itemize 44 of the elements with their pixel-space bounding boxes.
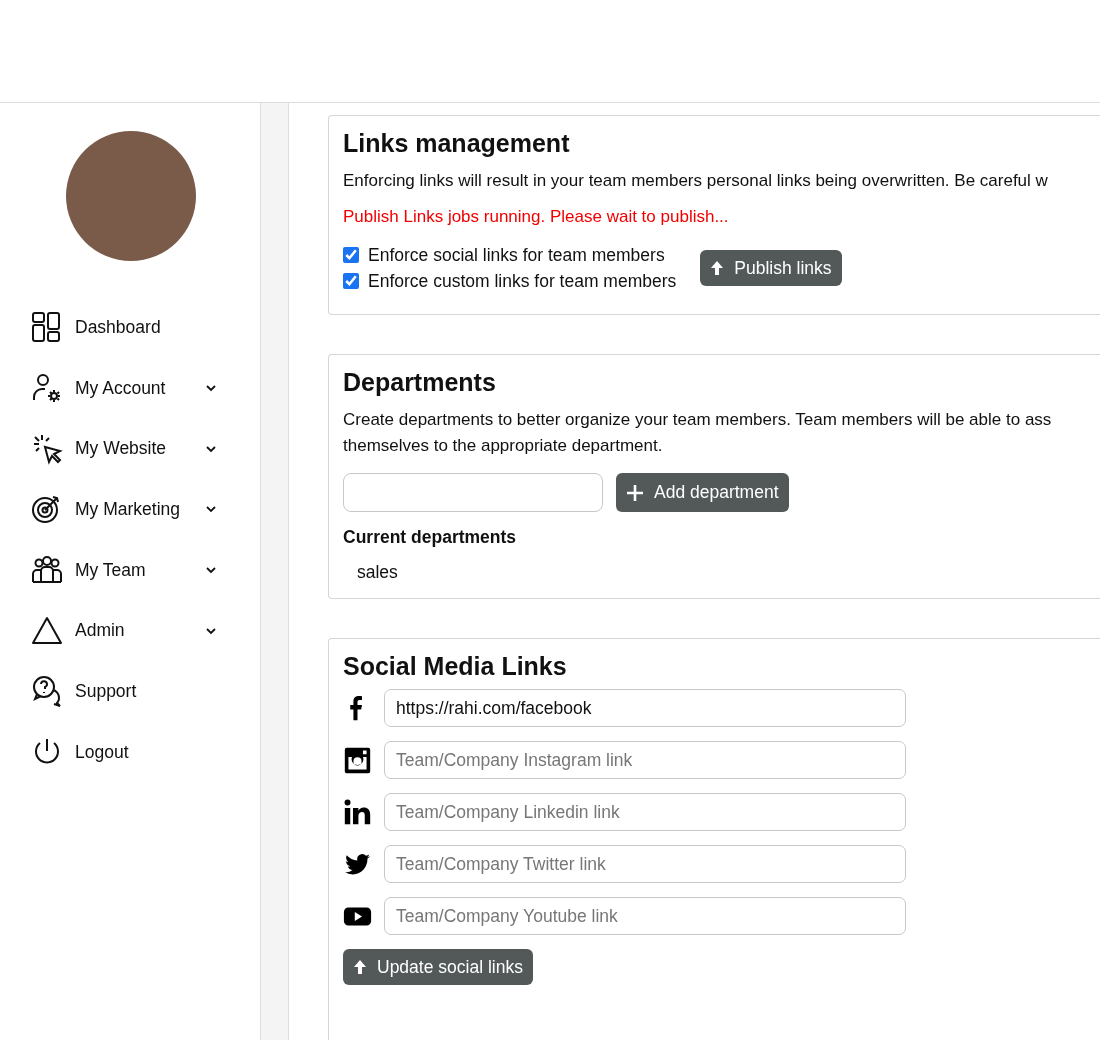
add-department-button[interactable]: Add department xyxy=(616,473,789,512)
url-input-field[interactable]: Team/Company Instagram link xyxy=(384,741,906,779)
dashboard-icon xyxy=(31,311,63,344)
chevron-down-icon[interactable] xyxy=(205,626,217,635)
list-heading: Current departments xyxy=(343,526,518,548)
sidebar-item[interactable]: My Marketing xyxy=(75,498,205,520)
checkbox[interactable] xyxy=(343,247,359,263)
url-input-field[interactable]: Team/Company Twitter link xyxy=(384,845,906,883)
cursor-click-icon xyxy=(31,432,63,465)
checkbox-label: Enforce custom links for team members xyxy=(368,270,677,293)
sidebar-item[interactable]: Logout xyxy=(75,741,205,763)
sidebar-item[interactable]: Support xyxy=(75,680,205,702)
section-title: Links management xyxy=(343,128,571,158)
section-title: Social Media Links xyxy=(343,651,568,681)
plus-icon xyxy=(626,483,644,502)
up-arrow-icon xyxy=(710,260,725,276)
description-text: Enforcing links will result in your team members personal links being overwritten. Be careful w xyxy=(343,170,1049,192)
chevron-down-icon[interactable] xyxy=(205,384,217,393)
sidebar-item[interactable]: Admin xyxy=(75,620,205,642)
user-gear-icon xyxy=(31,372,63,405)
chevron-down-icon[interactable] xyxy=(205,444,217,453)
linkedin-icon xyxy=(343,797,372,827)
department-item: sales xyxy=(356,561,399,584)
publish-links-button[interactable]: Publish links xyxy=(700,250,842,286)
section-title: Departments xyxy=(343,367,497,397)
url-input-field[interactable]: https://rahi.com/facebook xyxy=(384,689,906,727)
checkbox[interactable] xyxy=(343,273,359,289)
url-input-field[interactable]: Team/Company Youtube link xyxy=(384,897,906,935)
sidebar-item[interactable]: My Website xyxy=(75,438,205,460)
department-input-field[interactable] xyxy=(343,473,603,512)
chevron-down-icon[interactable] xyxy=(205,566,217,575)
sidebar-item[interactable]: My Team xyxy=(75,559,205,581)
url-input-field[interactable]: Team/Company Linkedin link xyxy=(384,793,906,831)
warning-text: Publish Links jobs running. Please wait to publish... xyxy=(343,206,730,228)
checkbox-label: Enforce social links for team members xyxy=(368,244,665,267)
update-social-links-button[interactable]: Update social links xyxy=(343,949,533,985)
up-arrow-icon xyxy=(353,959,367,975)
sidebar-item[interactable]: My Account xyxy=(75,377,205,399)
triangle-icon xyxy=(31,614,63,647)
description-text: Create departments to better organize your team members. Team members will be able to ass themselves to the appropriate department. xyxy=(343,409,1053,457)
chevron-down-icon[interactable] xyxy=(205,505,217,514)
question-chat-icon xyxy=(31,675,63,708)
instagram-icon xyxy=(343,745,372,775)
sidebar-item[interactable]: Dashboard xyxy=(75,316,205,338)
